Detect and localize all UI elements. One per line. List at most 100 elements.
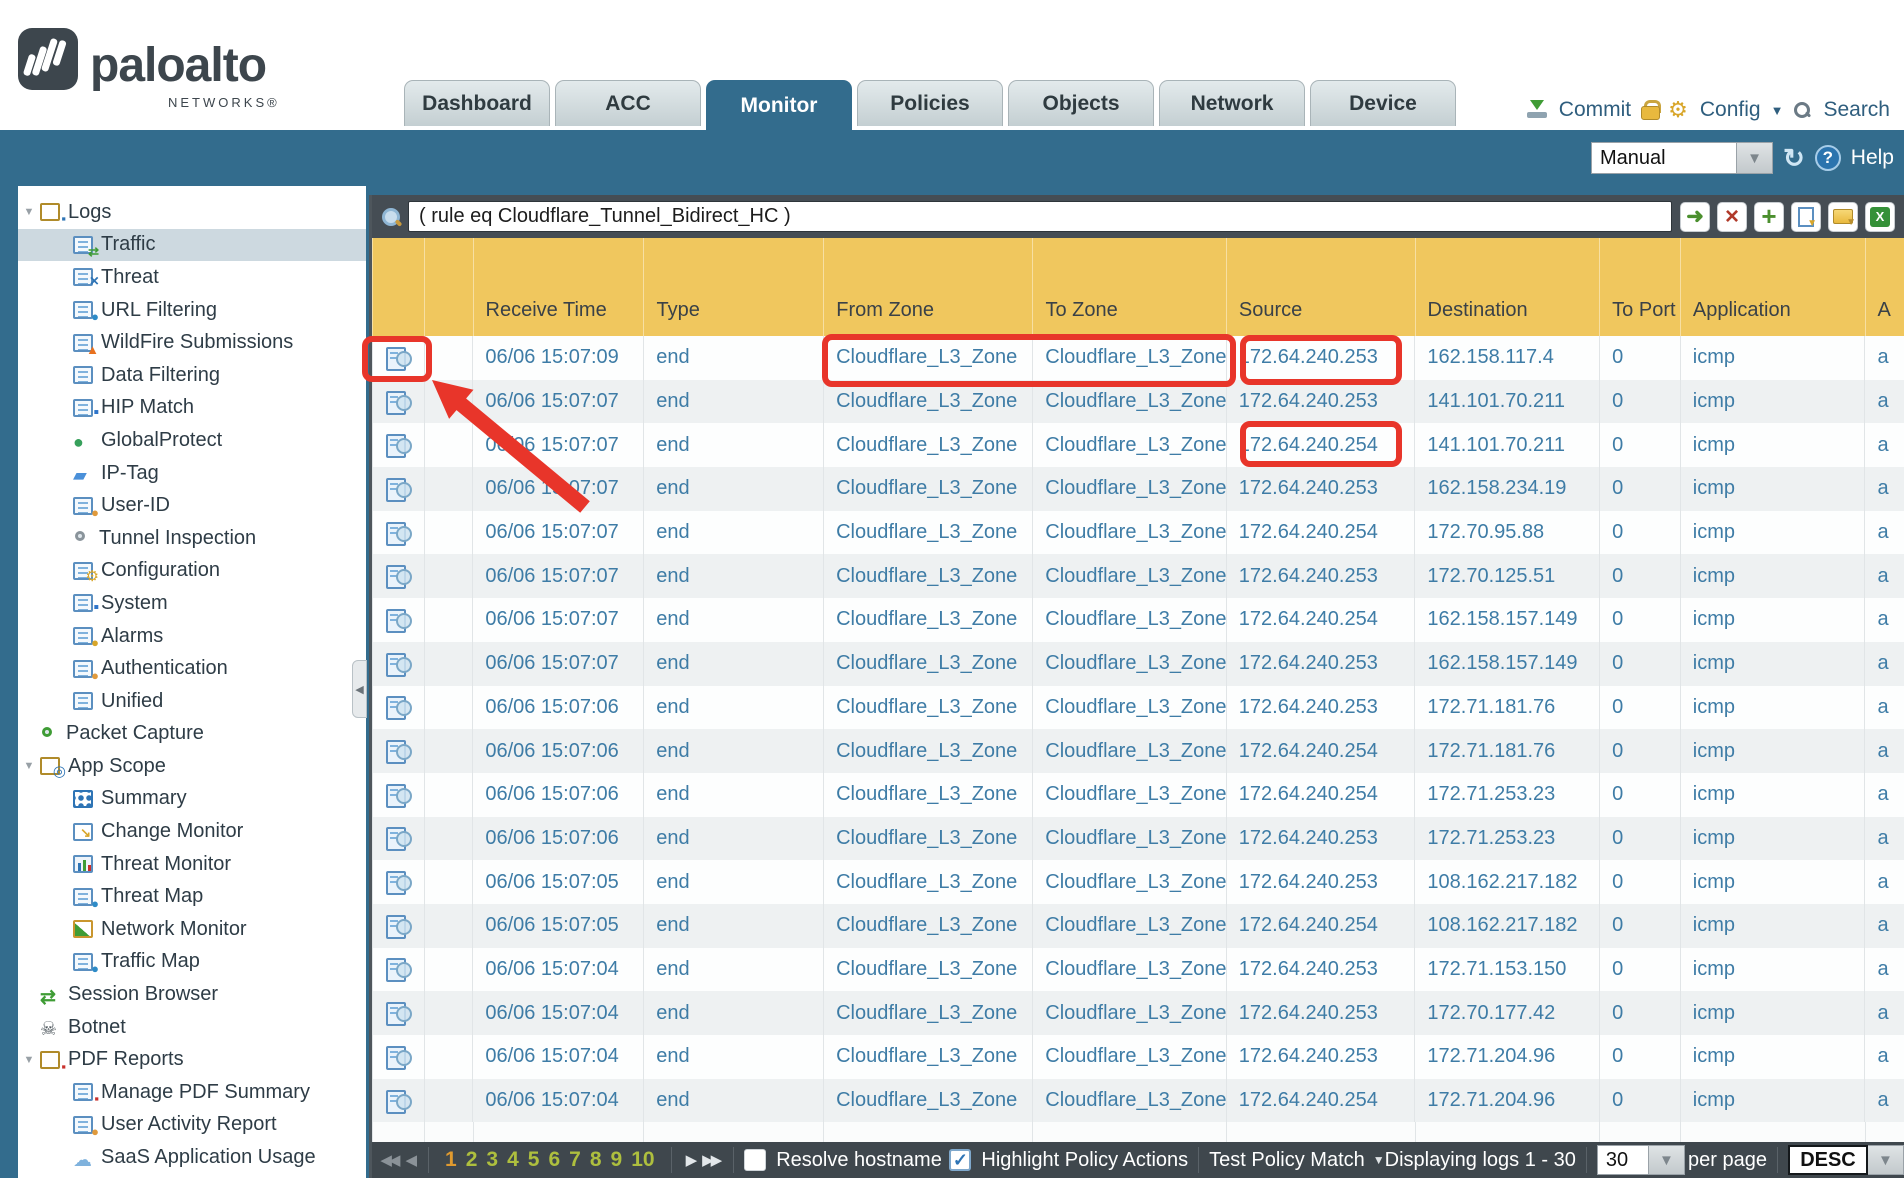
sidebar-item-packet-capture[interactable]: Packet Capture [18, 718, 366, 751]
destination-cell[interactable]: 172.71.253.23 [1414, 817, 1599, 861]
page-number-8[interactable]: 8 [590, 1148, 602, 1172]
destination-cell[interactable]: 162.158.157.149 [1414, 598, 1599, 642]
from-zone-cell[interactable]: Cloudflare_L3_Zone [823, 729, 1032, 773]
log-detail-magnifier-icon[interactable] [386, 827, 412, 849]
sidebar-item-threat-monitor[interactable]: Threat Monitor [18, 848, 366, 881]
column-header-receive-time[interactable]: Receive Time [473, 238, 644, 336]
application-cell[interactable]: icmp [1680, 729, 1865, 773]
to-port-cell[interactable]: 0 [1599, 860, 1680, 904]
from-zone-cell[interactable]: Cloudflare_L3_Zone [823, 686, 1032, 730]
highlight-policy-actions-checkbox[interactable]: ✓ [949, 1149, 971, 1171]
page-number-3[interactable]: 3 [486, 1148, 498, 1172]
log-detail-cell[interactable] [372, 686, 424, 730]
log-detail-cell[interactable] [372, 773, 424, 817]
tab-dashboard[interactable]: Dashboard [404, 80, 550, 126]
per-page-select[interactable]: 30 ▼ [1597, 1145, 1685, 1175]
to-port-cell[interactable]: 0 [1599, 554, 1680, 598]
log-detail-magnifier-icon[interactable] [386, 784, 412, 806]
source-cell[interactable]: 172.64.240.253 [1226, 554, 1415, 598]
log-detail-magnifier-icon[interactable] [386, 391, 412, 413]
to-zone-cell[interactable]: Cloudflare_L3_Zone [1032, 773, 1226, 817]
sidebar-collapse-handle[interactable]: ◀ [352, 660, 367, 718]
source-cell[interactable]: 172.64.240.253 [1226, 991, 1415, 1035]
page-number-9[interactable]: 9 [611, 1148, 623, 1172]
column-header-source[interactable]: Source [1226, 238, 1415, 336]
application-cell[interactable]: icmp [1680, 511, 1865, 555]
sidebar-item-botnet[interactable]: Botnet [18, 1011, 366, 1044]
sidebar-item-hip-match[interactable]: HIP Match [18, 392, 366, 425]
log-filter-input[interactable] [408, 201, 1672, 232]
sidebar-item-globalprotect[interactable]: GlobalProtect [18, 424, 366, 457]
log-detail-magnifier-icon[interactable] [386, 871, 412, 893]
from-zone-cell[interactable]: Cloudflare_L3_Zone [823, 423, 1032, 467]
source-cell[interactable]: 172.64.240.254 [1226, 904, 1415, 948]
tab-monitor[interactable]: Monitor [706, 80, 852, 130]
sidebar-item-summary[interactable]: Summary [18, 783, 366, 816]
log-detail-cell[interactable] [372, 948, 424, 992]
source-cell[interactable]: 172.64.240.253 [1226, 380, 1415, 424]
to-zone-cell[interactable]: Cloudflare_L3_Zone [1032, 904, 1226, 948]
to-port-cell[interactable]: 0 [1599, 904, 1680, 948]
to-port-cell[interactable]: 0 [1599, 729, 1680, 773]
sidebar-item-manage-pdf-summary[interactable]: Manage PDF Summary [18, 1076, 366, 1109]
source-cell[interactable]: 172.64.240.253 [1226, 686, 1415, 730]
source-cell[interactable]: 172.64.240.254 [1226, 1079, 1415, 1123]
log-detail-cell[interactable] [372, 511, 424, 555]
expander-icon[interactable]: ▼ [18, 760, 40, 772]
to-zone-cell[interactable]: Cloudflare_L3_Zone [1032, 467, 1226, 511]
to-port-cell[interactable]: 0 [1599, 773, 1680, 817]
log-detail-magnifier-icon[interactable] [386, 1090, 412, 1112]
search-button[interactable]: Search [1823, 98, 1890, 122]
to-zone-cell[interactable]: Cloudflare_L3_Zone [1032, 991, 1226, 1035]
to-port-cell[interactable]: 0 [1599, 642, 1680, 686]
refresh-icon[interactable]: ↻ [1783, 145, 1805, 171]
refresh-interval-dropdown-icon[interactable]: ▼ [1737, 142, 1773, 174]
tab-acc[interactable]: ACC [555, 80, 701, 126]
first-page-icon[interactable]: ◀◀ [380, 1151, 397, 1169]
destination-cell[interactable]: 172.71.253.23 [1414, 773, 1599, 817]
sidebar-item-authentication[interactable]: Authentication [18, 652, 366, 685]
application-cell[interactable]: icmp [1680, 948, 1865, 992]
from-zone-cell[interactable]: Cloudflare_L3_Zone [823, 511, 1032, 555]
to-zone-cell[interactable]: Cloudflare_L3_Zone [1032, 642, 1226, 686]
source-cell[interactable]: 172.64.240.254 [1226, 773, 1415, 817]
application-cell[interactable]: icmp [1680, 904, 1865, 948]
log-detail-magnifier-icon[interactable] [386, 915, 412, 937]
log-detail-magnifier-icon[interactable] [386, 958, 412, 980]
to-zone-cell[interactable]: Cloudflare_L3_Zone [1032, 336, 1226, 380]
sidebar-item-traffic-map[interactable]: Traffic Map [18, 946, 366, 979]
source-cell[interactable]: 172.64.240.253 [1226, 948, 1415, 992]
add-filter-button[interactable]: + [1754, 202, 1784, 232]
destination-cell[interactable]: 162.158.117.4 [1414, 336, 1599, 380]
sidebar-item-traffic[interactable]: Traffic [18, 229, 366, 262]
destination-cell[interactable]: 108.162.217.182 [1414, 904, 1599, 948]
destination-cell[interactable]: 162.158.157.149 [1414, 642, 1599, 686]
log-detail-magnifier-icon[interactable] [386, 565, 412, 587]
sidebar-item-threat[interactable]: Threat [18, 261, 366, 294]
application-cell[interactable]: icmp [1680, 423, 1865, 467]
sidebar-item-app-scope[interactable]: ▼App Scope [18, 750, 366, 783]
sidebar-item-data-filtering[interactable]: Data Filtering [18, 359, 366, 392]
to-zone-cell[interactable]: Cloudflare_L3_Zone [1032, 554, 1226, 598]
destination-cell[interactable]: 172.71.204.96 [1414, 1035, 1599, 1079]
to-zone-cell[interactable]: Cloudflare_L3_Zone [1032, 380, 1226, 424]
to-port-cell[interactable]: 0 [1599, 1035, 1680, 1079]
destination-cell[interactable]: 172.71.153.150 [1414, 948, 1599, 992]
from-zone-cell[interactable]: Cloudflare_L3_Zone [823, 642, 1032, 686]
application-cell[interactable]: icmp [1680, 554, 1865, 598]
column-header-a[interactable]: A [1865, 238, 1904, 336]
tab-device[interactable]: Device [1310, 80, 1456, 126]
from-zone-cell[interactable]: Cloudflare_L3_Zone [823, 860, 1032, 904]
from-zone-cell[interactable]: Cloudflare_L3_Zone [823, 773, 1032, 817]
to-zone-cell[interactable]: Cloudflare_L3_Zone [1032, 1035, 1226, 1079]
sidebar-item-configuration[interactable]: Configuration [18, 555, 366, 588]
sidebar-item-logs[interactable]: ▼Logs [18, 196, 366, 229]
log-detail-magnifier-icon[interactable] [386, 740, 412, 762]
to-zone-cell[interactable]: Cloudflare_L3_Zone [1032, 686, 1226, 730]
column-header-to-port[interactable]: To Port [1599, 238, 1680, 336]
refresh-interval-value[interactable]: Manual [1591, 142, 1737, 174]
to-zone-cell[interactable]: Cloudflare_L3_Zone [1032, 1079, 1226, 1123]
from-zone-cell[interactable]: Cloudflare_L3_Zone [823, 380, 1032, 424]
page-number-1[interactable]: 1 [445, 1148, 457, 1172]
column-header-type[interactable]: Type [643, 238, 823, 336]
